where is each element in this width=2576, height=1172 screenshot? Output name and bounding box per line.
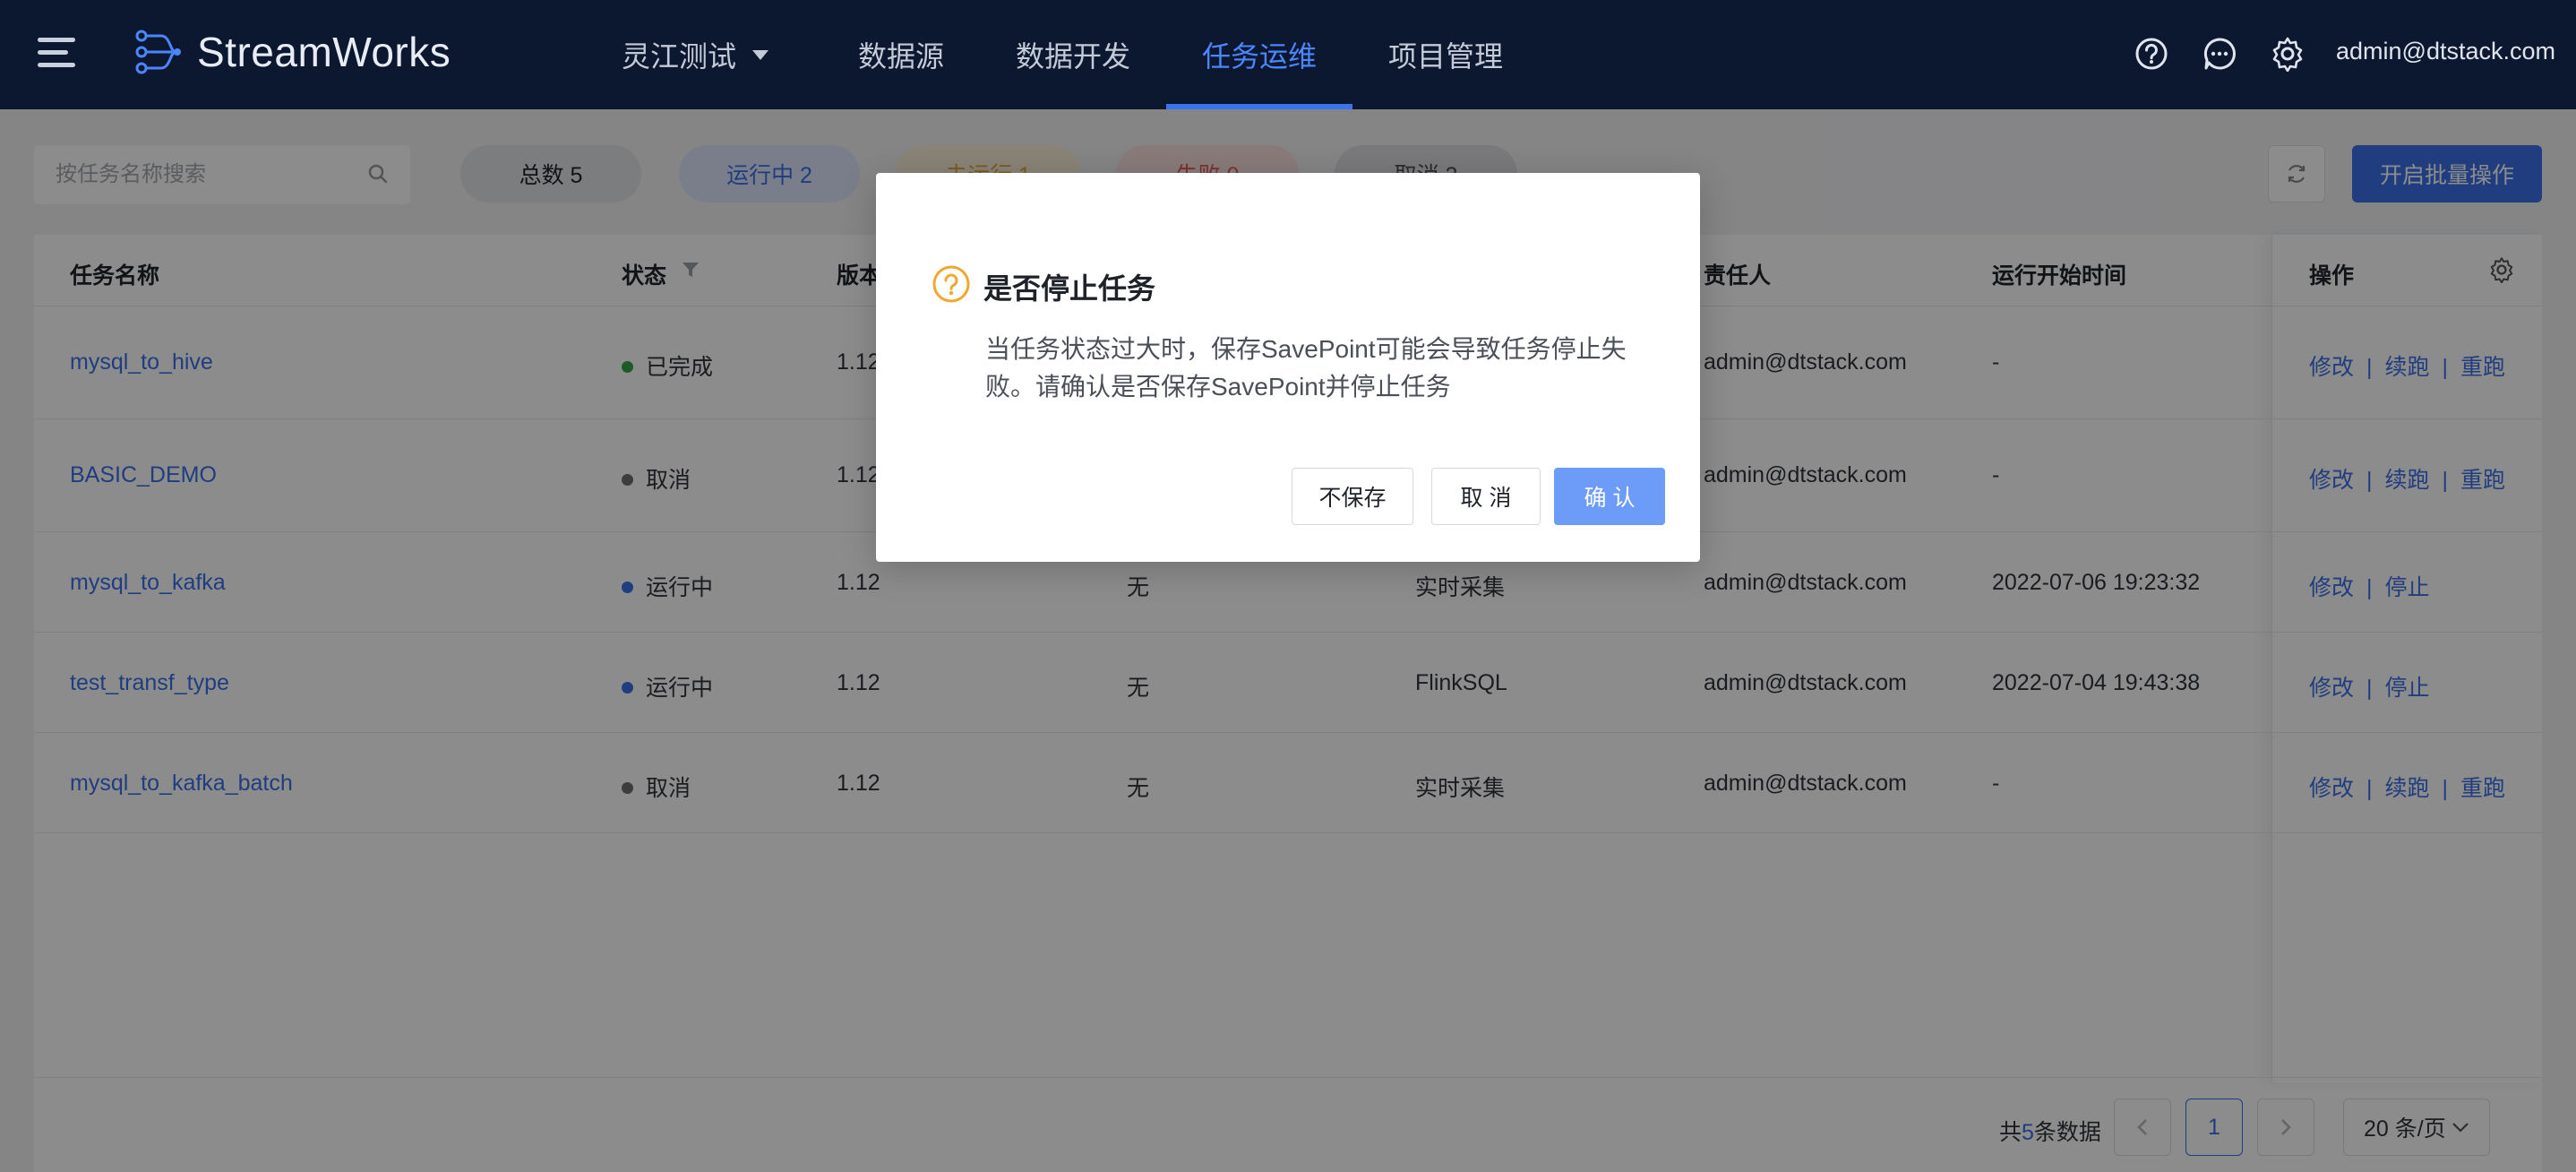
dialog-message: 当任务状态过大时，保存SavePoint可能会导致任务停止失败。请确认是否保存S…	[985, 335, 1627, 401]
overlay-top-spacer	[0, 0, 2576, 109]
cancel-button[interactable]: 取 消	[1431, 468, 1541, 525]
dialog-title: 是否停止任务	[983, 272, 1156, 305]
confirm-button[interactable]: 确 认	[1554, 468, 1665, 525]
no-save-button[interactable]: 不保存	[1292, 468, 1413, 525]
stop-task-confirm-dialog: 是否停止任务 当任务状态过大时，保存SavePoint可能会导致任务停止失败。请…	[876, 173, 1700, 562]
question-circle-icon	[932, 265, 970, 303]
